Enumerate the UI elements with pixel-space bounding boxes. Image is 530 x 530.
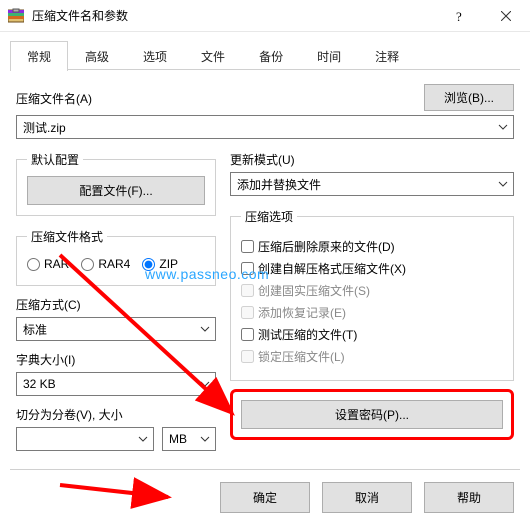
help-button[interactable]: ? bbox=[438, 1, 483, 31]
dict-value: 32 KB bbox=[23, 377, 56, 391]
ok-button[interactable]: 确定 bbox=[220, 482, 310, 513]
option-delete-after[interactable]: 压缩后删除原来的文件(D) bbox=[241, 238, 503, 255]
split-unit-dropdown[interactable]: MB bbox=[162, 427, 216, 451]
dialog-buttons: 确定 取消 帮助 bbox=[10, 469, 520, 521]
dict-dropdown[interactable]: 32 KB bbox=[16, 372, 216, 396]
chevron-down-icon[interactable] bbox=[494, 174, 512, 194]
option-test[interactable]: 测试压缩的文件(T) bbox=[241, 326, 503, 343]
set-password-button[interactable]: 设置密码(P)... bbox=[241, 400, 503, 429]
dict-label: 字典大小(I) bbox=[16, 351, 216, 368]
titlebar: 压缩文件名和参数 ? bbox=[0, 0, 530, 32]
options-fieldset: 压缩选项 压缩后删除原来的文件(D) 创建自解压格式压缩文件(X) 创建固实压缩… bbox=[230, 208, 514, 381]
archive-name-input[interactable]: 测试.zip bbox=[16, 115, 514, 139]
window-title: 压缩文件名和参数 bbox=[32, 7, 438, 24]
chevron-down-icon[interactable] bbox=[494, 117, 512, 137]
option-lock: 锁定压缩文件(L) bbox=[241, 348, 503, 365]
profiles-button[interactable]: 配置文件(F)... bbox=[27, 176, 205, 205]
format-radio-zip[interactable]: ZIP bbox=[142, 257, 178, 271]
method-value: 标准 bbox=[23, 321, 47, 338]
tab-backup[interactable]: 备份 bbox=[242, 41, 300, 71]
method-dropdown[interactable]: 标准 bbox=[16, 317, 216, 341]
profile-fieldset: 默认配置 配置文件(F)... bbox=[16, 151, 216, 216]
tab-comment[interactable]: 注释 bbox=[358, 41, 416, 71]
tab-strip: 常规 高级 选项 文件 备份 时间 注释 bbox=[0, 32, 530, 70]
option-recovery: 添加恢复记录(E) bbox=[241, 304, 503, 321]
svg-text:?: ? bbox=[456, 9, 462, 23]
chevron-down-icon[interactable] bbox=[196, 319, 214, 339]
password-highlight-box: 设置密码(P)... bbox=[230, 389, 514, 440]
tab-panel-general: 压缩文件名(A) 浏览(B)... 测试.zip 默认配置 配置文件(F)...… bbox=[0, 70, 530, 459]
method-label: 压缩方式(C) bbox=[16, 296, 216, 313]
option-sfx[interactable]: 创建自解压格式压缩文件(X) bbox=[241, 260, 503, 277]
close-button[interactable] bbox=[483, 1, 528, 31]
chevron-down-icon[interactable] bbox=[196, 429, 214, 449]
cancel-button[interactable]: 取消 bbox=[322, 482, 412, 513]
format-fieldset: 压缩文件格式 RAR RAR4 ZIP bbox=[16, 228, 216, 286]
split-unit-value: MB bbox=[169, 432, 187, 446]
format-radio-rar[interactable]: RAR bbox=[27, 257, 69, 271]
tab-advanced[interactable]: 高级 bbox=[68, 41, 126, 71]
split-label: 切分为分卷(V), 大小 bbox=[16, 406, 216, 423]
archive-name-value: 测试.zip bbox=[23, 119, 66, 136]
tab-files[interactable]: 文件 bbox=[184, 41, 242, 71]
help-button-bottom[interactable]: 帮助 bbox=[424, 482, 514, 513]
update-dropdown[interactable]: 添加并替换文件 bbox=[230, 172, 514, 196]
tab-options[interactable]: 选项 bbox=[126, 41, 184, 71]
archive-name-label: 压缩文件名(A) bbox=[16, 90, 412, 107]
app-icon bbox=[8, 8, 24, 24]
format-legend: 压缩文件格式 bbox=[27, 228, 107, 245]
split-size-input[interactable] bbox=[16, 427, 154, 451]
format-radio-rar4[interactable]: RAR4 bbox=[81, 257, 130, 271]
update-value: 添加并替换文件 bbox=[237, 176, 321, 193]
update-label: 更新模式(U) bbox=[230, 151, 514, 168]
chevron-down-icon[interactable] bbox=[196, 374, 214, 394]
browse-button[interactable]: 浏览(B)... bbox=[424, 84, 514, 111]
options-legend: 压缩选项 bbox=[241, 208, 297, 225]
chevron-down-icon[interactable] bbox=[134, 429, 152, 449]
tab-general[interactable]: 常规 bbox=[10, 41, 68, 71]
profile-legend: 默认配置 bbox=[27, 151, 83, 168]
tab-time[interactable]: 时间 bbox=[300, 41, 358, 71]
option-solid: 创建固实压缩文件(S) bbox=[241, 282, 503, 299]
